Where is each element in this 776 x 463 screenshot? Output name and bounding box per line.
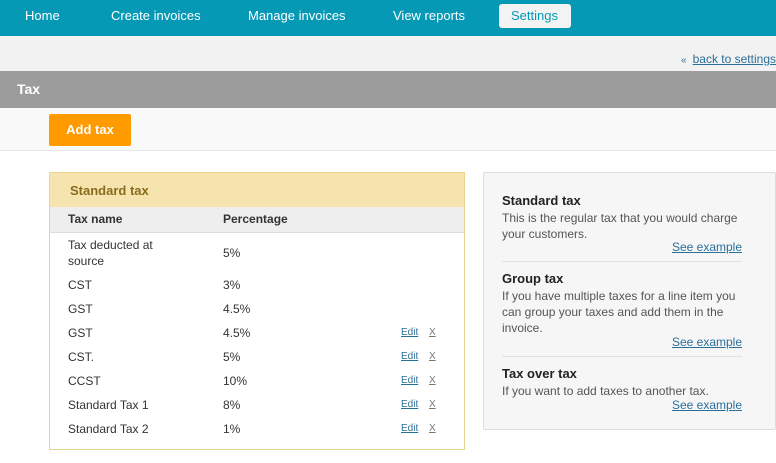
help-title: Group tax (502, 271, 564, 286)
help-description: If you have multiple taxes for a line it… (502, 289, 736, 335)
help-section-tax-over-tax: Tax over tax If you want to add taxes to… (502, 366, 742, 399)
help-description: If you want to add taxes to another tax. (502, 384, 709, 398)
back-to-settings-link[interactable]: « back to settings (681, 52, 776, 66)
help-divider (502, 356, 742, 357)
help-section-group-tax: Group tax If you have multiple taxes for… (502, 271, 742, 336)
help-description: This is the regular tax that you would c… (502, 211, 738, 241)
nav-settings[interactable]: Settings (499, 4, 571, 28)
tax-percentage-cell: 5% (223, 350, 241, 364)
delete-tax-link[interactable]: X (429, 421, 436, 437)
tax-name-cell: CST (68, 278, 92, 292)
nav-view-reports[interactable]: View reports (381, 4, 477, 28)
panel-title: Standard tax (70, 183, 149, 198)
see-example-link[interactable]: See example (672, 240, 742, 254)
tax-percentage-cell: 4.5% (223, 302, 251, 316)
tax-percentage-cell: 4.5% (223, 326, 251, 340)
back-to-settings-label: back to settings (692, 52, 776, 66)
edit-tax-link[interactable]: Edit (401, 349, 418, 365)
tax-name-cell: Standard Tax 1 (68, 398, 149, 412)
tax-name-cell: Standard Tax 2 (68, 422, 149, 436)
top-navigation: Home Create invoices Manage invoices Vie… (0, 0, 776, 36)
tax-percentage-cell: 8% (223, 398, 241, 412)
delete-tax-link[interactable]: X (429, 397, 436, 413)
tax-percentage-cell: 5% (223, 246, 241, 260)
edit-tax-link[interactable]: Edit (401, 421, 418, 437)
standard-tax-panel: Standard tax Tax name Percentage Tax ded… (49, 172, 465, 450)
tax-percentage-cell: 10% (223, 374, 248, 388)
tax-name-cell: Tax deducted at source (68, 238, 153, 268)
table-header: Tax name Percentage (50, 207, 464, 233)
tax-name-cell: GST (68, 302, 93, 316)
tax-name-cell: GST (68, 326, 93, 340)
help-section-standard-tax: Standard tax This is the regular tax tha… (502, 193, 742, 242)
delete-tax-link[interactable]: X (429, 373, 436, 389)
nav-create-invoices[interactable]: Create invoices (99, 4, 213, 28)
help-title: Tax over tax (502, 366, 577, 381)
nav-manage-invoices[interactable]: Manage invoices (236, 4, 358, 28)
page-title: Tax (17, 81, 41, 97)
column-header-percentage: Percentage (223, 212, 288, 226)
tax-name-cell: CCST (68, 374, 101, 388)
tax-percentage-cell: 3% (223, 278, 241, 292)
column-header-tax-name: Tax name (68, 212, 123, 226)
see-example-link[interactable]: See example (672, 335, 742, 349)
nav-home[interactable]: Home (13, 4, 72, 28)
tax-help-box: Standard tax This is the regular tax tha… (483, 172, 776, 430)
tax-name-cell: CST. (68, 350, 95, 364)
add-tax-button[interactable]: Add tax (49, 114, 131, 146)
see-example-link[interactable]: See example (672, 398, 742, 412)
edit-tax-link[interactable]: Edit (401, 325, 418, 341)
sub-header-strip (0, 36, 776, 71)
panel-header: Standard tax (50, 173, 464, 207)
edit-tax-link[interactable]: Edit (401, 397, 418, 413)
edit-tax-link[interactable]: Edit (401, 373, 418, 389)
back-arrow-icon: « (681, 55, 687, 66)
tax-percentage-cell: 1% (223, 422, 241, 436)
help-divider (502, 261, 742, 262)
delete-tax-link[interactable]: X (429, 349, 436, 365)
delete-tax-link[interactable]: X (429, 325, 436, 341)
section-header: Tax (0, 71, 776, 108)
help-title: Standard tax (502, 193, 581, 208)
